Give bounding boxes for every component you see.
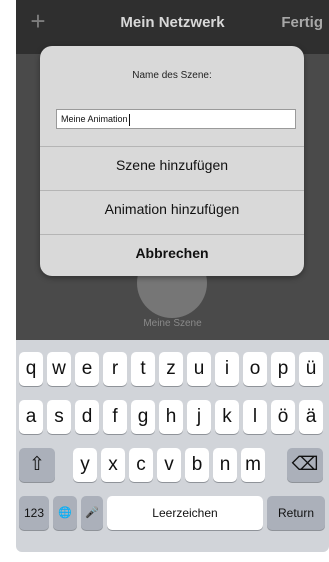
globe-key-icon[interactable]: 🌐 [53, 496, 77, 530]
key-w[interactable]: w [47, 352, 71, 386]
dialog-title: Name des Szene: [132, 70, 212, 81]
space-key[interactable]: Leerzeichen [107, 496, 263, 530]
cancel-button[interactable]: Abbrechen [40, 234, 304, 270]
key-b[interactable]: b [185, 448, 209, 482]
key-o[interactable]: o [243, 352, 267, 386]
delete-key-icon[interactable]: ⌫ [287, 448, 323, 482]
key-n[interactable]: n [213, 448, 237, 482]
key-x[interactable]: x [101, 448, 125, 482]
shift-key-icon[interactable]: ⇧ [19, 448, 55, 482]
key-l[interactable]: l [243, 400, 267, 434]
add-scene-button[interactable]: Szene hinzufügen [40, 146, 304, 182]
key-a[interactable]: a [19, 400, 43, 434]
key-c[interactable]: c [129, 448, 153, 482]
key-e[interactable]: e [75, 352, 99, 386]
microphone-key-icon[interactable]: 🎤 [81, 496, 103, 530]
key-j[interactable]: j [187, 400, 211, 434]
add-animation-button[interactable]: Animation hinzufügen [40, 190, 304, 226]
text-cursor [128, 113, 130, 126]
key-d[interactable]: d [75, 400, 99, 434]
key-s[interactable]: s [47, 400, 71, 434]
done-button[interactable]: Fertig [281, 14, 323, 31]
key-u[interactable]: u [187, 352, 211, 386]
key-z[interactable]: z [159, 352, 183, 386]
key-p[interactable]: p [271, 352, 295, 386]
key-f[interactable]: f [103, 400, 127, 434]
scene-name-input[interactable]: Meine Animation [56, 109, 296, 129]
name-scene-dialog: Name des Szene: Meine Animation Szene hi… [40, 46, 304, 276]
key-h[interactable]: h [159, 400, 183, 434]
key-g[interactable]: g [131, 400, 155, 434]
key-y[interactable]: y [73, 448, 97, 482]
onscreen-keyboard: q w e r t z u i o p ü a s d f g h j k l … [16, 340, 329, 552]
phone-screen: + Mein Netzwerk Fertig Meine Szene Name … [16, 0, 329, 552]
scene-name-value: Meine Animation [61, 114, 128, 124]
scene-label: Meine Szene [143, 318, 202, 329]
app-background: + Mein Netzwerk Fertig Meine Szene Name … [16, 0, 329, 340]
numbers-key[interactable]: 123 [19, 496, 49, 530]
key-ue[interactable]: ü [299, 352, 323, 386]
key-v[interactable]: v [157, 448, 181, 482]
key-ae[interactable]: ä [299, 400, 323, 434]
return-key[interactable]: Return [267, 496, 325, 530]
key-m[interactable]: m [241, 448, 265, 482]
key-t[interactable]: t [131, 352, 155, 386]
key-q[interactable]: q [19, 352, 43, 386]
key-i[interactable]: i [215, 352, 239, 386]
key-r[interactable]: r [103, 352, 127, 386]
key-oe[interactable]: ö [271, 400, 295, 434]
key-k[interactable]: k [215, 400, 239, 434]
